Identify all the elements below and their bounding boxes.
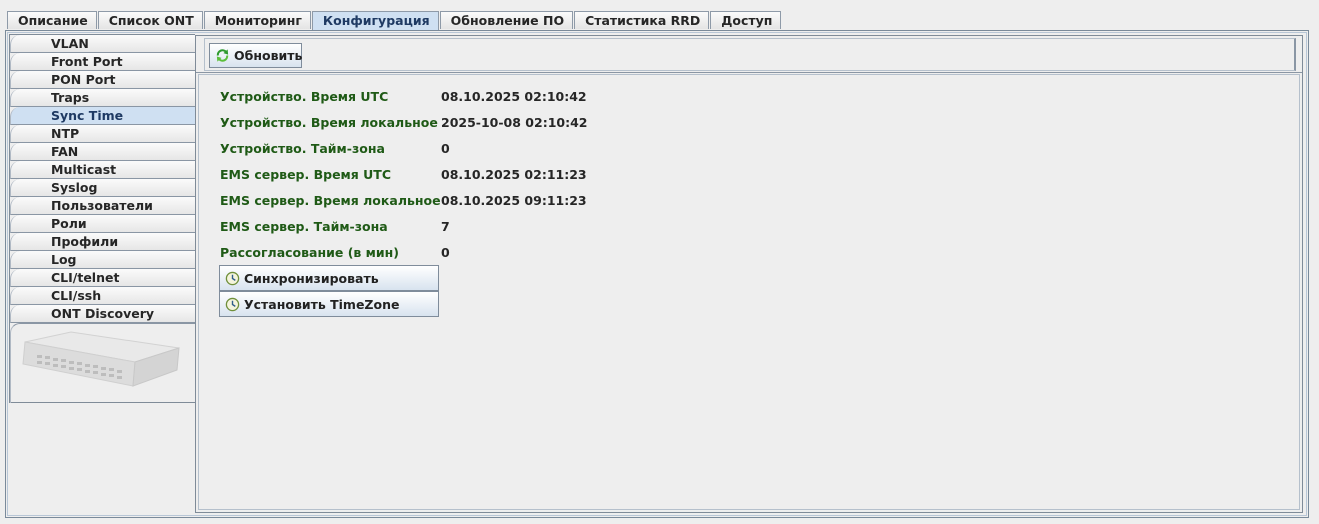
sidebar-item-front-port[interactable]: Front Port [10, 53, 195, 71]
sidebar-item-sync-time[interactable]: Sync Time [10, 107, 195, 125]
sidebar-item-ont-discovery[interactable]: ONT Discovery [10, 305, 195, 323]
tab-ont-list[interactable]: Список ONT [97, 11, 203, 29]
sidebar-item-roles[interactable]: Роли [10, 215, 195, 233]
toolbar: Обновить [204, 38, 1296, 71]
sidebar-item-pon-port[interactable]: PON Port [10, 71, 195, 89]
ems-local-time-value: 08.10.2025 09:11:23 [441, 193, 587, 208]
tab-configuration[interactable]: Конфигурация [311, 11, 439, 30]
sidebar-item-cli-ssh[interactable]: CLI/ssh [10, 287, 195, 305]
sidebar-item-log[interactable]: Log [10, 251, 195, 269]
clock-icon [225, 271, 240, 285]
config-sidebar: VLAN Front Port PON Port Traps Sync Time… [9, 34, 195, 403]
sidebar-item-vlan[interactable]: VLAN [10, 35, 195, 53]
device-timezone-value: 0 [441, 141, 450, 156]
sidebar-item-syslog[interactable]: Syslog [10, 179, 195, 197]
sync-time-content: Обновить Устройство. Время UTC 08.10.202… [195, 35, 1303, 513]
set-timezone-button-label: Установить TimeZone [244, 296, 400, 312]
refresh-button-label: Обновить [234, 48, 303, 63]
device-timezone-label: Устройство. Тайм-зона [220, 141, 385, 156]
tab-monitoring[interactable]: Мониторинг [203, 11, 311, 29]
sidebar-item-users[interactable]: Пользователи [10, 197, 195, 215]
device-utc-label: Устройство. Время UTC [220, 89, 389, 104]
sync-time-panel: Устройство. Время UTC 08.10.2025 02:10:4… [198, 74, 1300, 510]
synchronize-button[interactable]: Синхронизировать [219, 265, 439, 291]
refresh-icon [216, 49, 229, 62]
synchronize-button-label: Синхронизировать [244, 270, 379, 286]
mismatch-label: Рассогласование (в мин) [220, 245, 399, 260]
mismatch-value: 0 [441, 245, 450, 260]
ems-utc-value: 08.10.2025 02:11:23 [441, 167, 587, 182]
olt-switch-image [22, 331, 180, 387]
tab-access[interactable]: Доступ [710, 11, 782, 29]
refresh-button[interactable]: Обновить [209, 43, 302, 68]
sidebar-item-profiles[interactable]: Профили [10, 233, 195, 251]
device-local-time-label: Устройство. Время локальное [220, 115, 438, 130]
ems-timezone-label: EMS сервер. Тайм-зона [220, 219, 388, 234]
toolbar-separator [196, 72, 1302, 73]
sidebar-item-fan[interactable]: FAN [10, 143, 195, 161]
sidebar-item-cli-telnet[interactable]: CLI/telnet [10, 269, 195, 287]
ems-utc-label: EMS сервер. Время UTC [220, 167, 392, 182]
ems-local-time-label: EMS сервер. Время локальное [220, 193, 441, 208]
device-local-time-value: 2025-10-08 02:10:42 [441, 115, 588, 130]
tab-rrd-statistics[interactable]: Статистика RRD [574, 11, 710, 29]
sidebar-item-multicast[interactable]: Multicast [10, 161, 195, 179]
sidebar-item-ntp[interactable]: NTP [10, 125, 195, 143]
set-timezone-button[interactable]: Установить TimeZone [219, 291, 439, 317]
top-tab-bar: Описание Список ONT Мониторинг Конфигура… [7, 11, 782, 30]
clock-icon [225, 297, 240, 311]
tab-firmware-update[interactable]: Обновление ПО [439, 11, 574, 29]
device-utc-value: 08.10.2025 02:10:42 [441, 89, 587, 104]
ems-timezone-value: 7 [441, 219, 450, 234]
device-image-panel [10, 323, 195, 403]
tab-description[interactable]: Описание [7, 11, 97, 29]
sidebar-item-traps[interactable]: Traps [10, 89, 195, 107]
